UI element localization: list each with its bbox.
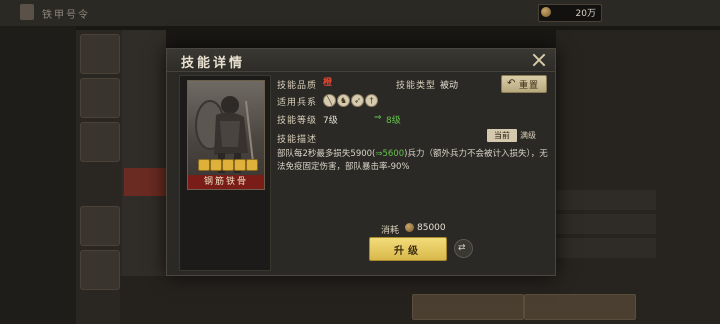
level-badge: [234, 159, 246, 171]
arrow-right-icon: ⇒: [374, 113, 382, 123]
background-row: [556, 238, 656, 258]
description-label: 技能描述: [277, 135, 318, 145]
cost-value: 85000: [417, 223, 446, 233]
screen-title: 铁甲号令: [42, 10, 90, 21]
reset-label: 重置: [519, 81, 540, 91]
undo-icon: ↶: [507, 78, 516, 89]
hero-slot[interactable]: [80, 250, 120, 290]
background-right-panel: [556, 30, 720, 324]
type-value: 被动: [440, 81, 459, 91]
current-level: 7级: [323, 116, 338, 126]
upgrade-label: 升级: [394, 246, 422, 257]
type-label: 技能类型: [396, 81, 437, 91]
skill-card-panel: 钢筋铁骨: [179, 75, 271, 271]
archer-icon: ➶: [351, 94, 364, 107]
reset-button[interactable]: ↶ 重置: [501, 75, 547, 93]
background-row: [556, 214, 656, 234]
level-badge: [198, 159, 210, 171]
spear-icon: ╲: [323, 94, 336, 107]
level-badge: [246, 159, 258, 171]
description-highlight: 5600: [382, 149, 405, 159]
background-button[interactable]: [412, 294, 524, 320]
level-label: 技能等级: [277, 116, 318, 126]
top-bar: [0, 0, 720, 26]
current-tab[interactable]: 当前: [487, 129, 517, 142]
sword-icon: †: [365, 94, 378, 107]
background-highlight: [124, 168, 166, 196]
hero-slot[interactable]: [80, 34, 120, 74]
skill-detail-dialog: 技能详情 钢筋铁骨 技能品质 橙 技能类型 被动 ↶ 重置 适用兵系 ╲ ♞ ➶…: [166, 48, 556, 276]
cavalry-icon: ♞: [337, 94, 350, 107]
hero-slot[interactable]: [80, 122, 120, 162]
skill-name: 钢筋铁骨: [188, 175, 264, 189]
max-level-tab[interactable]: 满级: [520, 130, 536, 141]
warrior-illustration: [195, 96, 255, 173]
close-icon[interactable]: [529, 50, 549, 70]
skill-description: 部队每2秒最多损失5900(⇒5600)兵力（额外兵力不会被计入损失），无法免疫…: [277, 148, 549, 174]
level-badge: [222, 159, 234, 171]
swap-button[interactable]: ⇄: [454, 239, 473, 258]
dialog-header: 技能详情: [167, 49, 555, 72]
description-text: 部队每2秒最多损失5900(: [277, 149, 376, 159]
quality-icon: 橙: [323, 78, 333, 88]
hero-slot[interactable]: [80, 206, 120, 246]
level-badges: [198, 159, 258, 171]
dialog-title: 技能详情: [181, 56, 246, 71]
background-row: [556, 190, 656, 210]
quality-label: 技能品质: [277, 81, 318, 91]
swap-icon: ⇄: [458, 243, 466, 253]
back-button[interactable]: [20, 4, 34, 20]
background-left-strip: [0, 26, 76, 324]
troop-label: 适用兵系: [277, 98, 318, 108]
hero-slot[interactable]: [80, 78, 120, 118]
upgrade-button[interactable]: 升级: [369, 237, 447, 261]
coin-icon: [405, 223, 414, 232]
skill-card: 钢筋铁骨: [187, 80, 265, 190]
next-level: 8级: [386, 116, 401, 126]
background-button[interactable]: [524, 294, 636, 320]
resource-value: 20万: [575, 9, 596, 19]
level-badge: [210, 159, 222, 171]
coin-icon: [541, 7, 551, 17]
cost-label: 消耗: [381, 226, 400, 236]
